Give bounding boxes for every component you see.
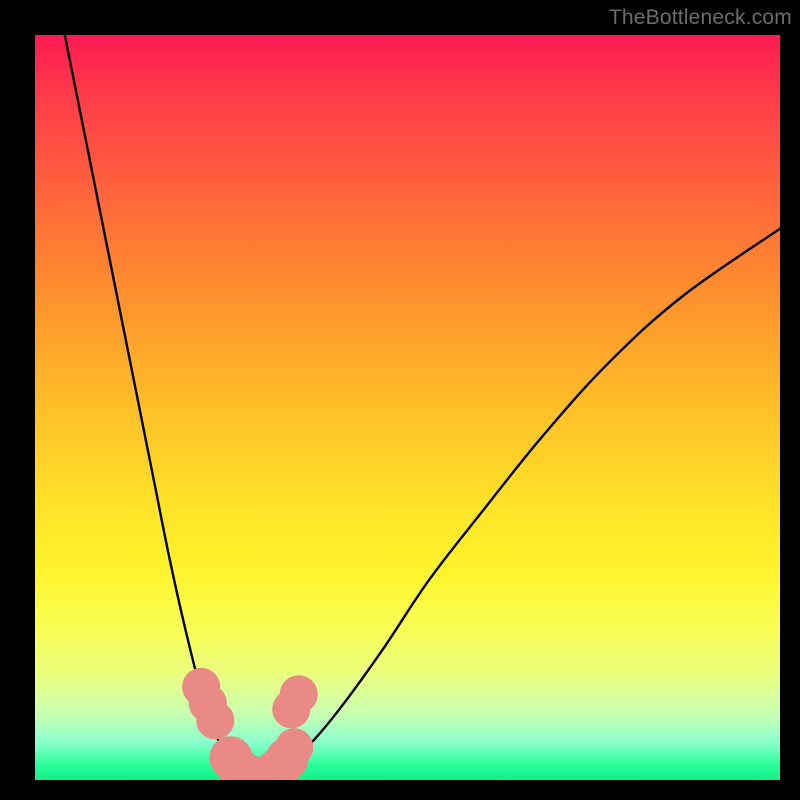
series-left-branch — [65, 35, 236, 769]
right-dot-5 — [280, 675, 318, 713]
chart-frame: TheBottleneck.com — [0, 0, 800, 800]
series-right-branch — [281, 229, 780, 769]
watermark-text: TheBottleneck.com — [609, 6, 792, 30]
right-dot-3 — [275, 728, 313, 766]
curve-layer — [35, 35, 780, 780]
plot-area — [35, 35, 780, 780]
left-dot-3 — [196, 701, 234, 739]
